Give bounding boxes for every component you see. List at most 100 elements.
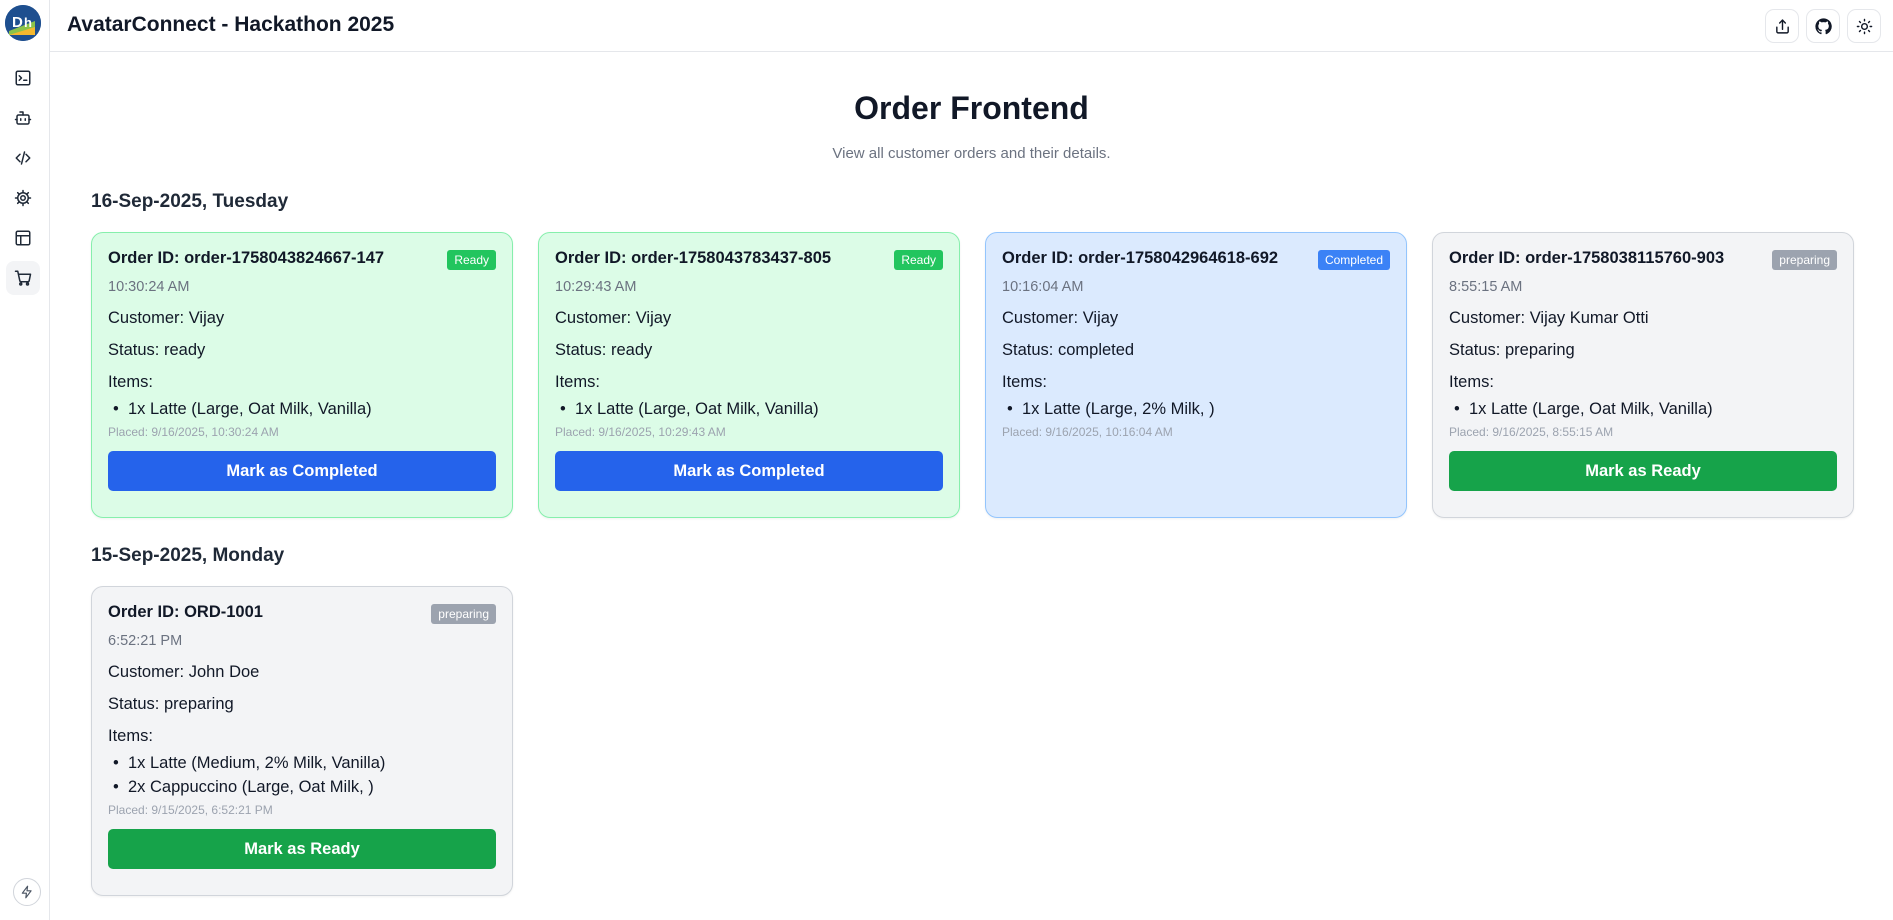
list-item: 1x Latte (Large, 2% Milk, ): [1002, 397, 1390, 421]
order-time: 10:30:24 AM: [108, 279, 190, 295]
page-title: Order Frontend: [854, 90, 1089, 126]
status-badge: Completed: [1317, 250, 1390, 270]
mark-ready-button[interactable]: Mark as Ready: [108, 829, 496, 869]
list-item: 1x Latte (Large, Oat Milk, Vanilla): [1449, 397, 1837, 421]
order-id: Order ID: ORD-1001: [108, 603, 263, 621]
mark-completed-button[interactable]: Mark as Completed: [555, 451, 943, 491]
customer-row: Customer: Vijay: [1002, 309, 1390, 329]
date-heading: 15-Sep-2025, Monday: [91, 545, 285, 566]
customer-row: Customer: Vijay: [108, 309, 496, 329]
placed-timestamp: Placed: 9/16/2025, 8:55:15 AM: [1449, 425, 1614, 439]
customer-name: Vijay: [188, 309, 225, 327]
header-actions: [1765, 9, 1881, 43]
sun-icon: [1856, 18, 1872, 34]
placed-timestamp: Placed: 9/16/2025, 10:29:43 AM: [555, 425, 726, 439]
top-header: AvatarConnect - Hackathon 2025: [50, 0, 1893, 52]
items-list: 1x Latte (Large, Oat Milk, Vanilla): [1449, 397, 1837, 421]
sidebar-item-terminal[interactable]: [6, 61, 40, 95]
customer-row: Customer: Vijay: [555, 309, 943, 329]
items-list: 1x Latte (Large, Oat Milk, Vanilla): [555, 397, 943, 421]
order-id: Order ID: order-1758043783437-805: [555, 249, 832, 267]
status-badge: preparing: [431, 604, 496, 624]
status-row: Status: completed: [1002, 341, 1390, 361]
status-badge: Ready: [447, 250, 496, 270]
order-id: Order ID: order-1758038115760-903: [1449, 249, 1725, 267]
list-item: 2x Cappuccino (Large, Oat Milk, ): [108, 775, 496, 799]
cart-icon: [14, 270, 32, 286]
items-list: 1x Latte (Medium, 2% Milk, Vanilla) 2x C…: [108, 751, 496, 799]
customer-label: Customer:: [1449, 309, 1526, 327]
app-logo[interactable]: D h: [5, 5, 41, 41]
order-id: Order ID: order-1758042964618-692: [1002, 249, 1279, 267]
terminal-icon: [15, 70, 31, 86]
order-time: 8:55:15 AM: [1449, 279, 1523, 295]
items-list: 1x Latte (Large, 2% Milk, ): [1002, 397, 1390, 421]
layout-icon: [15, 230, 31, 246]
svg-text:D: D: [12, 14, 23, 31]
mark-completed-button[interactable]: Mark as Completed: [108, 451, 496, 491]
sidebar: D h: [0, 0, 50, 920]
order-time: 10:16:04 AM: [1002, 279, 1084, 295]
status-value: completed: [1057, 341, 1135, 359]
customer-row: Customer: Vijay Kumar Otti: [1449, 309, 1837, 329]
customer-name: Vijay Kumar Otti: [1529, 309, 1649, 327]
status-label: Status:: [1002, 341, 1054, 359]
sidebar-item-orders[interactable]: [6, 261, 40, 295]
share-button[interactable]: [1765, 9, 1799, 43]
order-card: Order ID: order-1758042964618-692 Comple…: [985, 232, 1407, 518]
customer-label: Customer:: [108, 663, 185, 681]
bot-icon: [14, 111, 32, 125]
list-item: 1x Latte (Medium, 2% Milk, Vanilla): [108, 751, 496, 775]
sidebar-item-layout[interactable]: [6, 221, 40, 255]
status-label: Status:: [108, 341, 160, 359]
list-item: 1x Latte (Large, Oat Milk, Vanilla): [555, 397, 943, 421]
status-row: Status: preparing: [1449, 341, 1837, 361]
order-card: Order ID: ORD-1001 preparing 6:52:21 PM …: [91, 586, 513, 896]
date-heading: 16-Sep-2025, Tuesday: [91, 191, 289, 212]
share-icon: [1775, 18, 1789, 34]
status-row: Status: preparing: [108, 695, 496, 715]
status-value: ready: [163, 341, 206, 359]
placed-timestamp: Placed: 9/15/2025, 6:52:21 PM: [108, 803, 273, 817]
status-value: ready: [610, 341, 653, 359]
customer-label: Customer:: [555, 309, 632, 327]
order-card: Order ID: order-1758038115760-903 prepar…: [1432, 232, 1854, 518]
mark-ready-button[interactable]: Mark as Ready: [1449, 451, 1837, 491]
github-button[interactable]: [1806, 9, 1840, 43]
items-label: Items:: [108, 727, 153, 745]
bolt-icon: [21, 885, 32, 899]
status-label: Status:: [1449, 341, 1501, 359]
status-badge: preparing: [1772, 250, 1837, 270]
items-label: Items:: [1449, 373, 1494, 391]
sidebar-item-code[interactable]: [6, 141, 40, 175]
order-time: 6:52:21 PM: [108, 633, 183, 649]
status-row: Status: ready: [108, 341, 496, 361]
status-badge: Ready: [894, 250, 943, 270]
logo-icon: D h: [5, 5, 41, 41]
customer-label: Customer:: [108, 309, 185, 327]
bolt-button[interactable]: [13, 878, 41, 906]
page-subtitle: View all customer orders and their detai…: [832, 145, 1111, 162]
customer-name: Vijay: [1082, 309, 1119, 327]
sidebar-item-bot[interactable]: [6, 101, 40, 135]
sidebar-item-settings[interactable]: [6, 181, 40, 215]
order-time: 10:29:43 AM: [555, 279, 637, 295]
theme-toggle-button[interactable]: [1847, 9, 1881, 43]
placed-timestamp: Placed: 9/16/2025, 10:30:24 AM: [108, 425, 279, 439]
status-label: Status:: [108, 695, 160, 713]
order-id: Order ID: order-1758043824667-147: [108, 249, 385, 267]
items-label: Items:: [555, 373, 600, 391]
status-value: preparing: [1504, 341, 1575, 359]
items-label: Items:: [1002, 373, 1047, 391]
placed-timestamp: Placed: 9/16/2025, 10:16:04 AM: [1002, 425, 1173, 439]
status-value: preparing: [163, 695, 234, 713]
customer-name: Vijay: [635, 309, 672, 327]
gear-icon: [14, 189, 32, 207]
status-label: Status:: [555, 341, 607, 359]
items-label: Items:: [108, 373, 153, 391]
customer-row: Customer: John Doe: [108, 663, 496, 683]
customer-name: John Doe: [188, 663, 260, 681]
order-card: Order ID: order-1758043783437-805 Ready …: [538, 232, 960, 518]
status-row: Status: ready: [555, 341, 943, 361]
app-title: AvatarConnect - Hackathon 2025: [67, 13, 395, 36]
